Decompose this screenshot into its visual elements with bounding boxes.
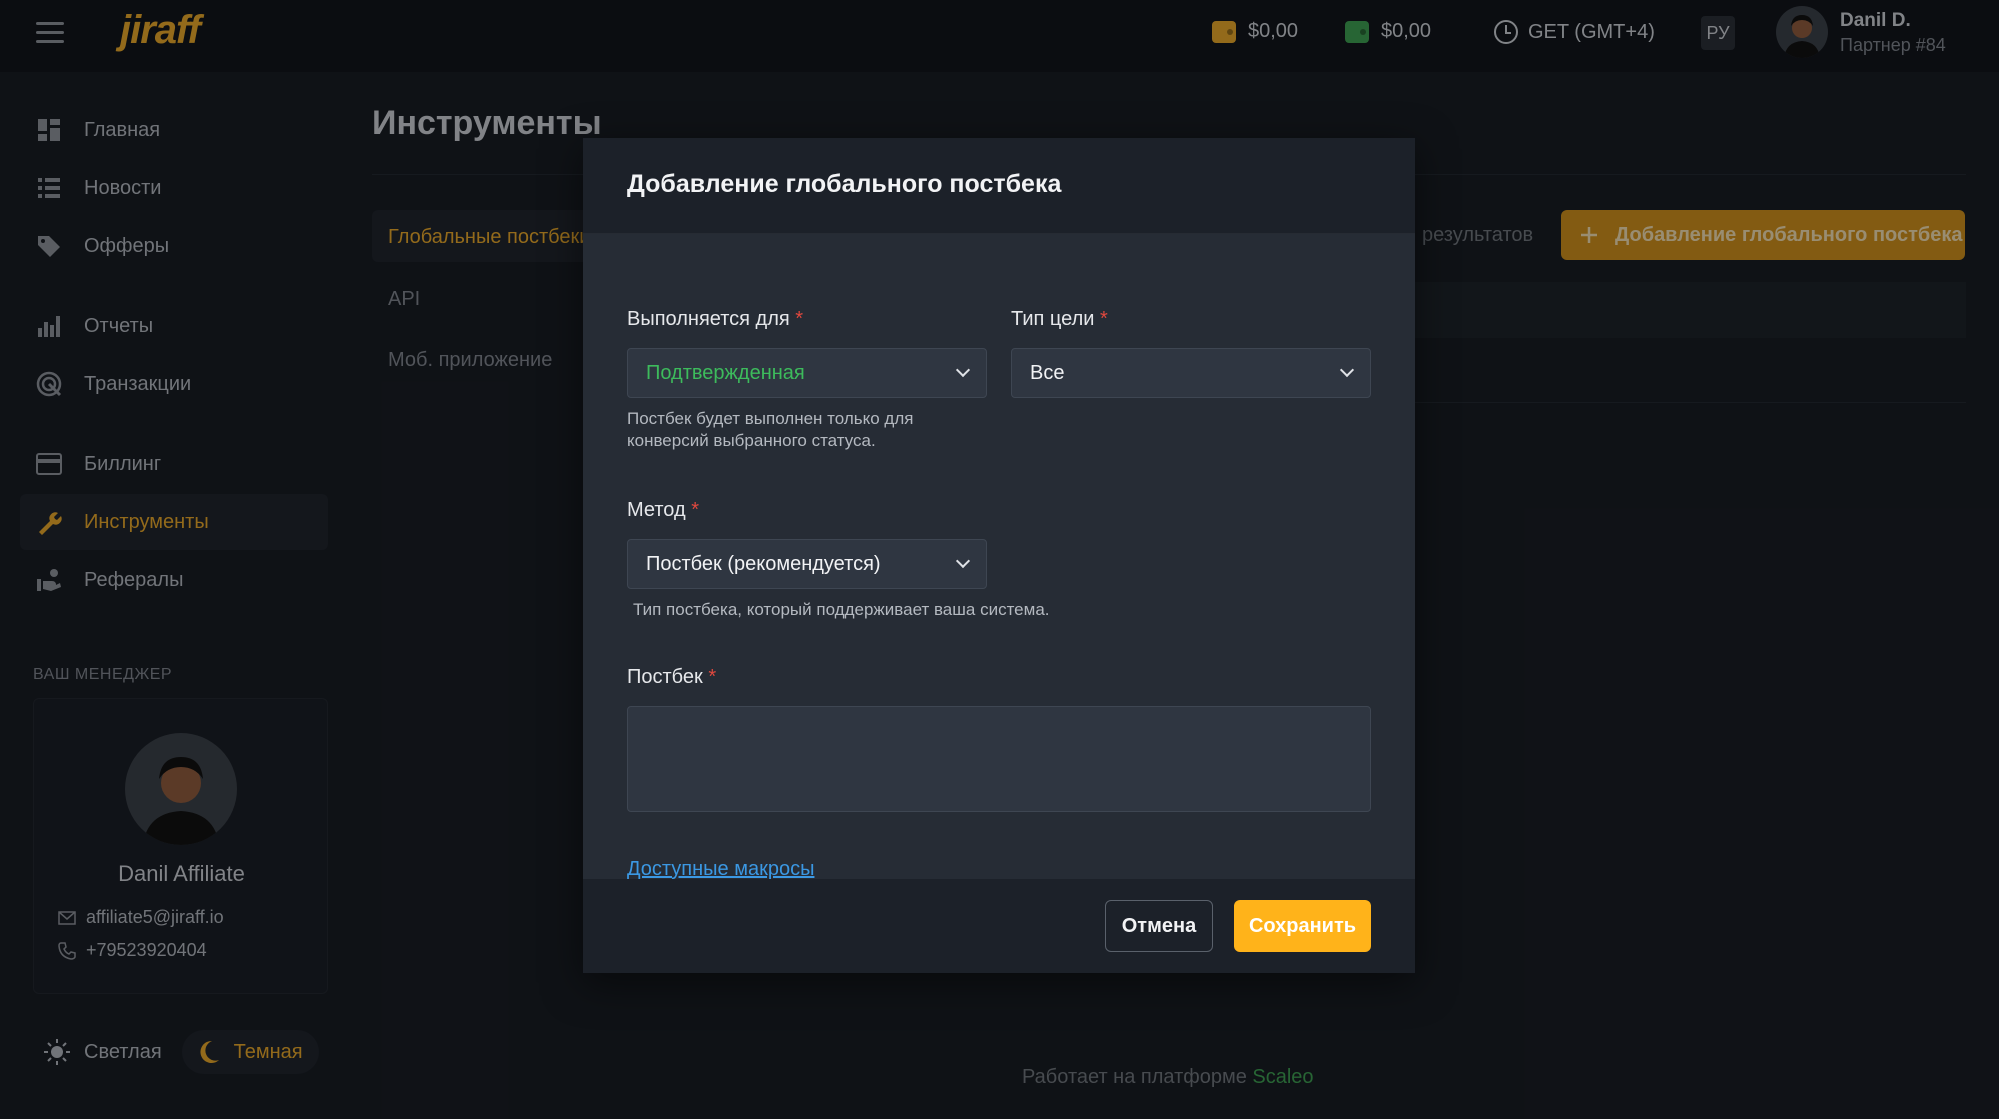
method-select[interactable]: Постбек (рекомендуется) — [627, 539, 987, 589]
available-macros-link[interactable]: Доступные макросы — [627, 858, 814, 881]
required-mark: * — [708, 666, 717, 688]
goal-type-select[interactable]: Все — [1011, 348, 1371, 398]
executes-for-label: Выполняется для * — [627, 308, 804, 330]
chevron-down-icon — [955, 553, 971, 569]
modal-header: Добавление глобального постбека — [583, 138, 1415, 234]
postback-label: Постбек * — [627, 666, 717, 688]
executes-for-hint: Постбек будет выполнен только для конвер… — [627, 409, 914, 450]
method-hint: Тип постбека, который поддерживает ваша … — [633, 600, 1050, 619]
method-label: Метод * — [627, 499, 699, 521]
required-mark: * — [691, 499, 699, 521]
modal-body: Выполняется для * Подтвержденная Постбек… — [583, 234, 1415, 881]
add-postback-modal: Добавление глобального постбека Выполняе… — [583, 138, 1415, 973]
required-mark: * — [795, 308, 804, 330]
save-button[interactable]: Сохранить — [1234, 900, 1371, 952]
executes-for-select[interactable]: Подтвержденная — [627, 348, 987, 398]
chevron-down-icon — [1339, 362, 1355, 378]
goal-type-label: Тип цели * — [1011, 308, 1108, 330]
cancel-button[interactable]: Отмена — [1105, 900, 1213, 952]
postback-url-input[interactable] — [627, 706, 1371, 812]
modal-footer: Отмена Сохранить — [583, 879, 1415, 973]
required-mark: * — [1100, 308, 1108, 330]
modal-title: Добавление глобального постбека — [627, 170, 1062, 198]
chevron-down-icon — [955, 362, 971, 378]
